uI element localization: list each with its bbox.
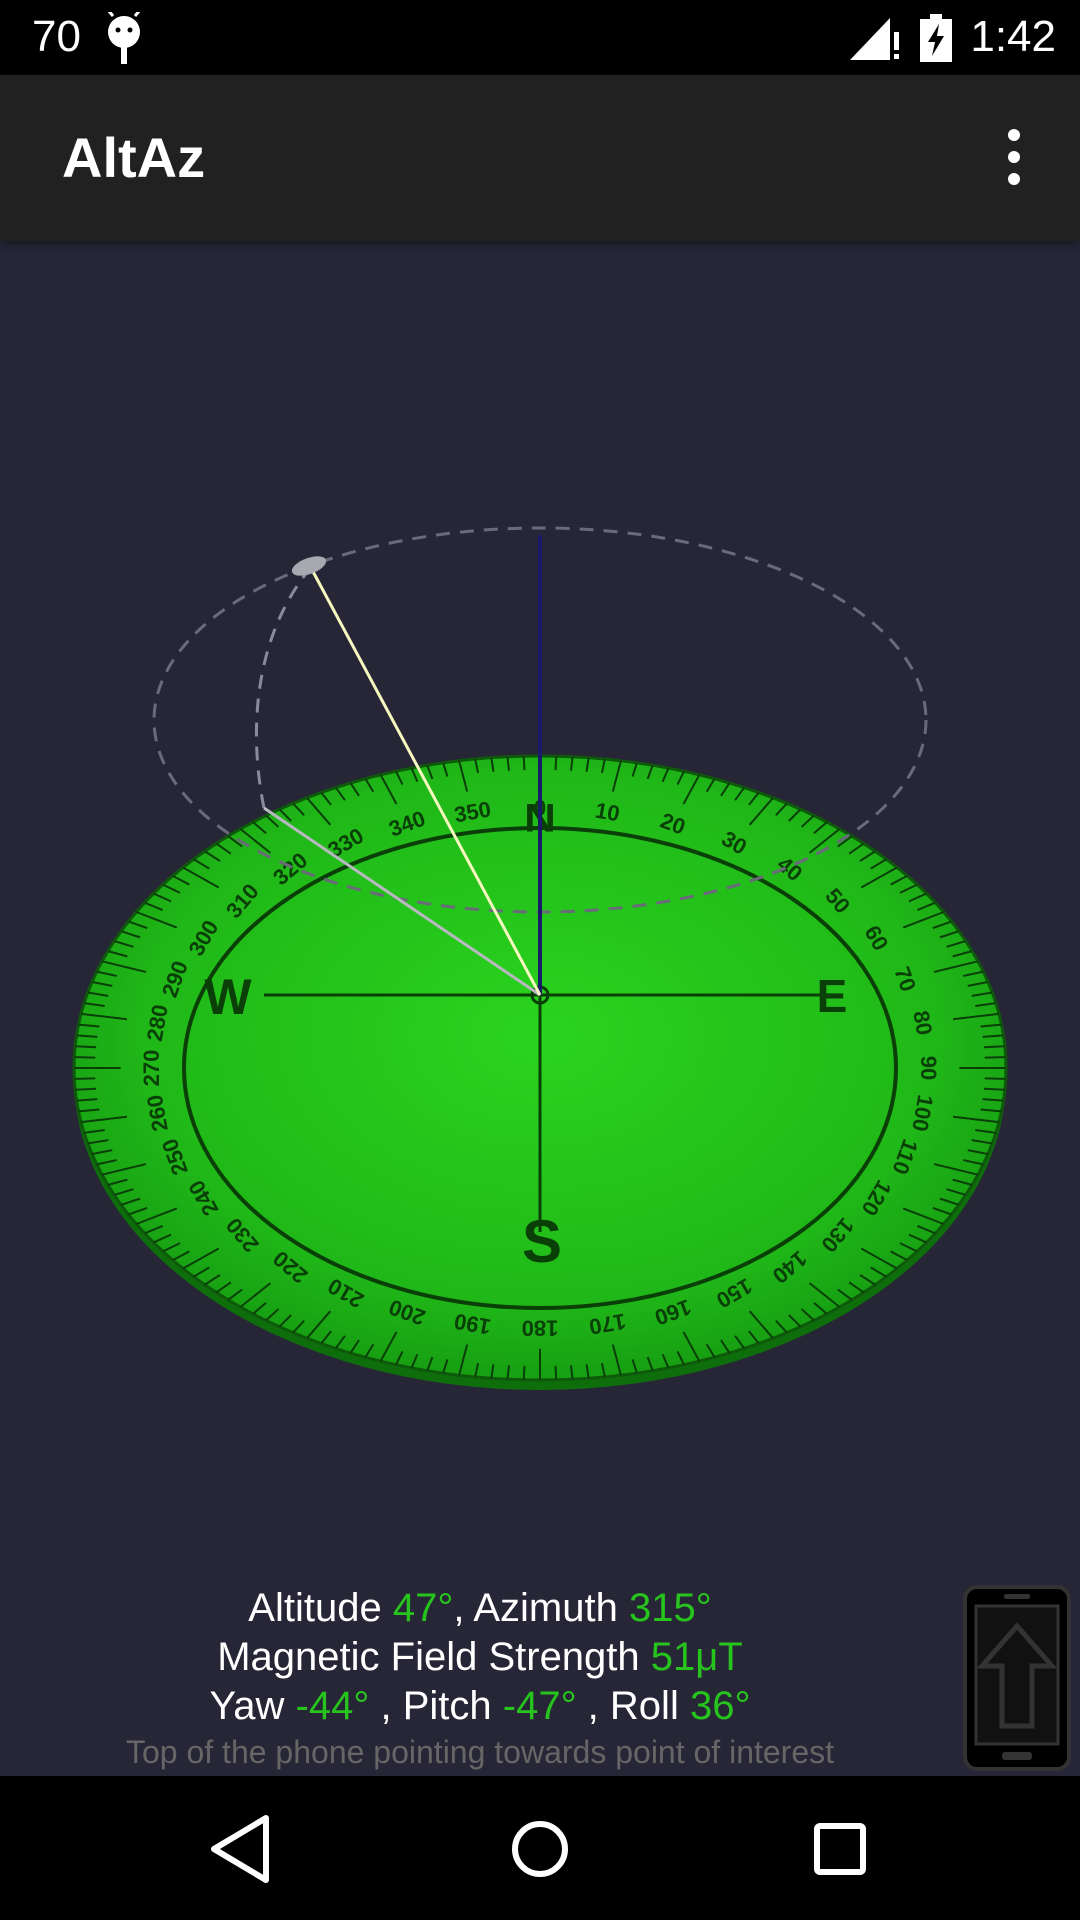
dial-tick (554, 1365, 558, 1380)
hint-text: Top of the phone pointing towards point … (125, 1734, 835, 1770)
cardinal-e: E (817, 970, 848, 1022)
status-bar: 70 1:42 (0, 0, 1080, 75)
back-icon[interactable] (196, 1804, 286, 1894)
home-icon[interactable] (495, 1804, 585, 1894)
app-bar: AltAz (0, 75, 1080, 241)
roll-value: 36° (689, 1684, 751, 1728)
readout: Altitude 47°, Azimuth 315° Magnetic Fiel… (0, 1584, 960, 1731)
phone-point-up-icon[interactable] (962, 1584, 1072, 1772)
yaw-label: Yaw (209, 1684, 285, 1728)
magnetic-line: Magnetic Field Strength 51μT (0, 1633, 960, 1682)
altitude-arc (255, 565, 314, 809)
recents-icon[interactable] (795, 1804, 885, 1894)
mag-value: 51μT (650, 1635, 743, 1679)
sep3: , (576, 1684, 599, 1728)
azimuth-label: Azimuth (473, 1586, 618, 1630)
app-title: AltAz (62, 126, 206, 189)
android-icon (107, 12, 141, 64)
azimuth-value: 315° (628, 1586, 712, 1630)
status-left-text: 70 (32, 12, 81, 61)
dial-degree-label: 270 (139, 1050, 164, 1087)
status-time: 1:42 (970, 12, 1056, 61)
dial-tick (554, 756, 558, 771)
pitch-label: Pitch (402, 1684, 492, 1728)
roll-label: Roll (609, 1684, 679, 1728)
altaz-line: Altitude 47°, Azimuth 315° (0, 1584, 960, 1633)
pointer-tip (291, 556, 327, 576)
dial-tick (983, 1045, 1005, 1049)
more-vert-icon[interactable] (978, 121, 1050, 193)
altitude-value: 47° (392, 1586, 454, 1630)
dial-tick (75, 1045, 97, 1049)
dial-tick (983, 1087, 1005, 1091)
dial-degree-label: 10 (593, 797, 621, 826)
compass-view: 0102030405060708090100110120130140150160… (72, 526, 1008, 1390)
pitch-value: -47° (502, 1684, 577, 1728)
mag-label: Magnetic Field Strength (217, 1635, 640, 1679)
signal-icon (850, 18, 899, 60)
dial-tick (75, 1087, 97, 1091)
dial-degree-label: 90 (916, 1056, 941, 1080)
orientation-line: Yaw -44° , Pitch -47° , Roll 36° (0, 1682, 960, 1731)
nav-bar (0, 1776, 1080, 1920)
dial-tick (522, 1365, 526, 1380)
sep2: , (369, 1684, 392, 1728)
dial-degree-label: 180 (522, 1316, 559, 1341)
altitude-label: Altitude (248, 1586, 382, 1630)
dial-degree-label: 80 (908, 1009, 937, 1037)
dial-tick (522, 756, 526, 771)
cardinal-w: W (204, 969, 252, 1025)
cardinal-s: S (522, 1208, 562, 1275)
yaw-value: -44° (295, 1684, 370, 1728)
sep1: , (453, 1586, 465, 1630)
battery-charging-icon (920, 14, 952, 62)
